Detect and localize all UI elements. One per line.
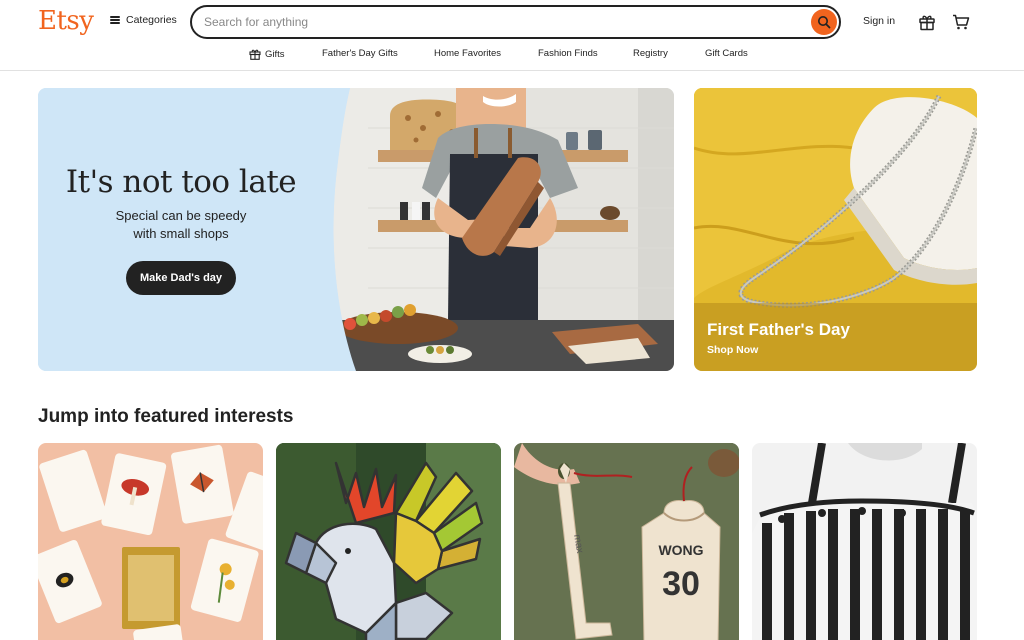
gift-icon (249, 49, 261, 60)
featured-interests-heading: Jump into featured interests (38, 406, 294, 427)
categories-button[interactable]: Categories (110, 14, 177, 26)
search-input[interactable] (204, 13, 794, 31)
ornament-number-text: 30 (662, 565, 700, 603)
categories-label: Categories (126, 14, 177, 26)
sign-in-link[interactable]: Sign in (863, 15, 895, 27)
ornament-name-text: WONG (658, 542, 703, 558)
subnav-fashion-finds[interactable]: Fashion Finds (538, 48, 598, 59)
featured-card-ornaments[interactable]: max WONG 30 (514, 443, 739, 640)
subnav-home-favorites[interactable]: Home Favorites (434, 48, 501, 59)
subnav-gifts[interactable]: Gifts (249, 48, 285, 60)
etsy-logo[interactable]: Etsy (38, 6, 94, 36)
site-header: Etsy Categories Sign in (0, 0, 1024, 71)
hero-subtitle: Special can be speedy with small shops (38, 207, 324, 243)
promo-title: First Father's Day (707, 320, 850, 339)
card-photo-hockey-ornaments: max WONG 30 (514, 443, 739, 640)
hero-subtitle-line1: Special can be speedy (115, 208, 247, 223)
search-button[interactable] (811, 9, 837, 35)
card-photo-illustrated-playing-cards (38, 443, 263, 640)
hero-subtitle-line2: with small shops (133, 226, 229, 241)
subnav-gift-cards[interactable]: Gift Cards (705, 48, 748, 59)
featured-card-playing-cards[interactable] (38, 443, 263, 640)
shop-now-link[interactable]: Shop Now (707, 344, 758, 356)
featured-card-striped-tote[interactable] (752, 443, 977, 640)
hamburger-icon (110, 16, 120, 24)
search-bar (190, 5, 841, 39)
make-dads-day-button[interactable]: Make Dad's day (126, 261, 236, 295)
card-photo-stained-glass-pegasus (276, 443, 501, 640)
gift-icon[interactable] (918, 13, 936, 31)
hero-banner[interactable]: It's not too late Special can be speedy … (38, 88, 674, 371)
hero-title: It's not too late (65, 164, 297, 200)
search-icon (818, 16, 831, 29)
card-photo-striped-tote-bag (752, 443, 977, 640)
sub-navigation: Gifts Father's Day Gifts Home Favorites … (0, 48, 1024, 62)
featured-card-stained-glass[interactable] (276, 443, 501, 640)
subnav-fathers-day-gifts[interactable]: Father's Day Gifts (322, 48, 398, 59)
subnav-gifts-label: Gifts (265, 48, 285, 60)
subnav-registry[interactable]: Registry (633, 48, 668, 59)
cart-icon[interactable] (952, 13, 970, 31)
promo-card-first-fathers-day[interactable]: First Father's Day Shop Now (694, 88, 977, 371)
